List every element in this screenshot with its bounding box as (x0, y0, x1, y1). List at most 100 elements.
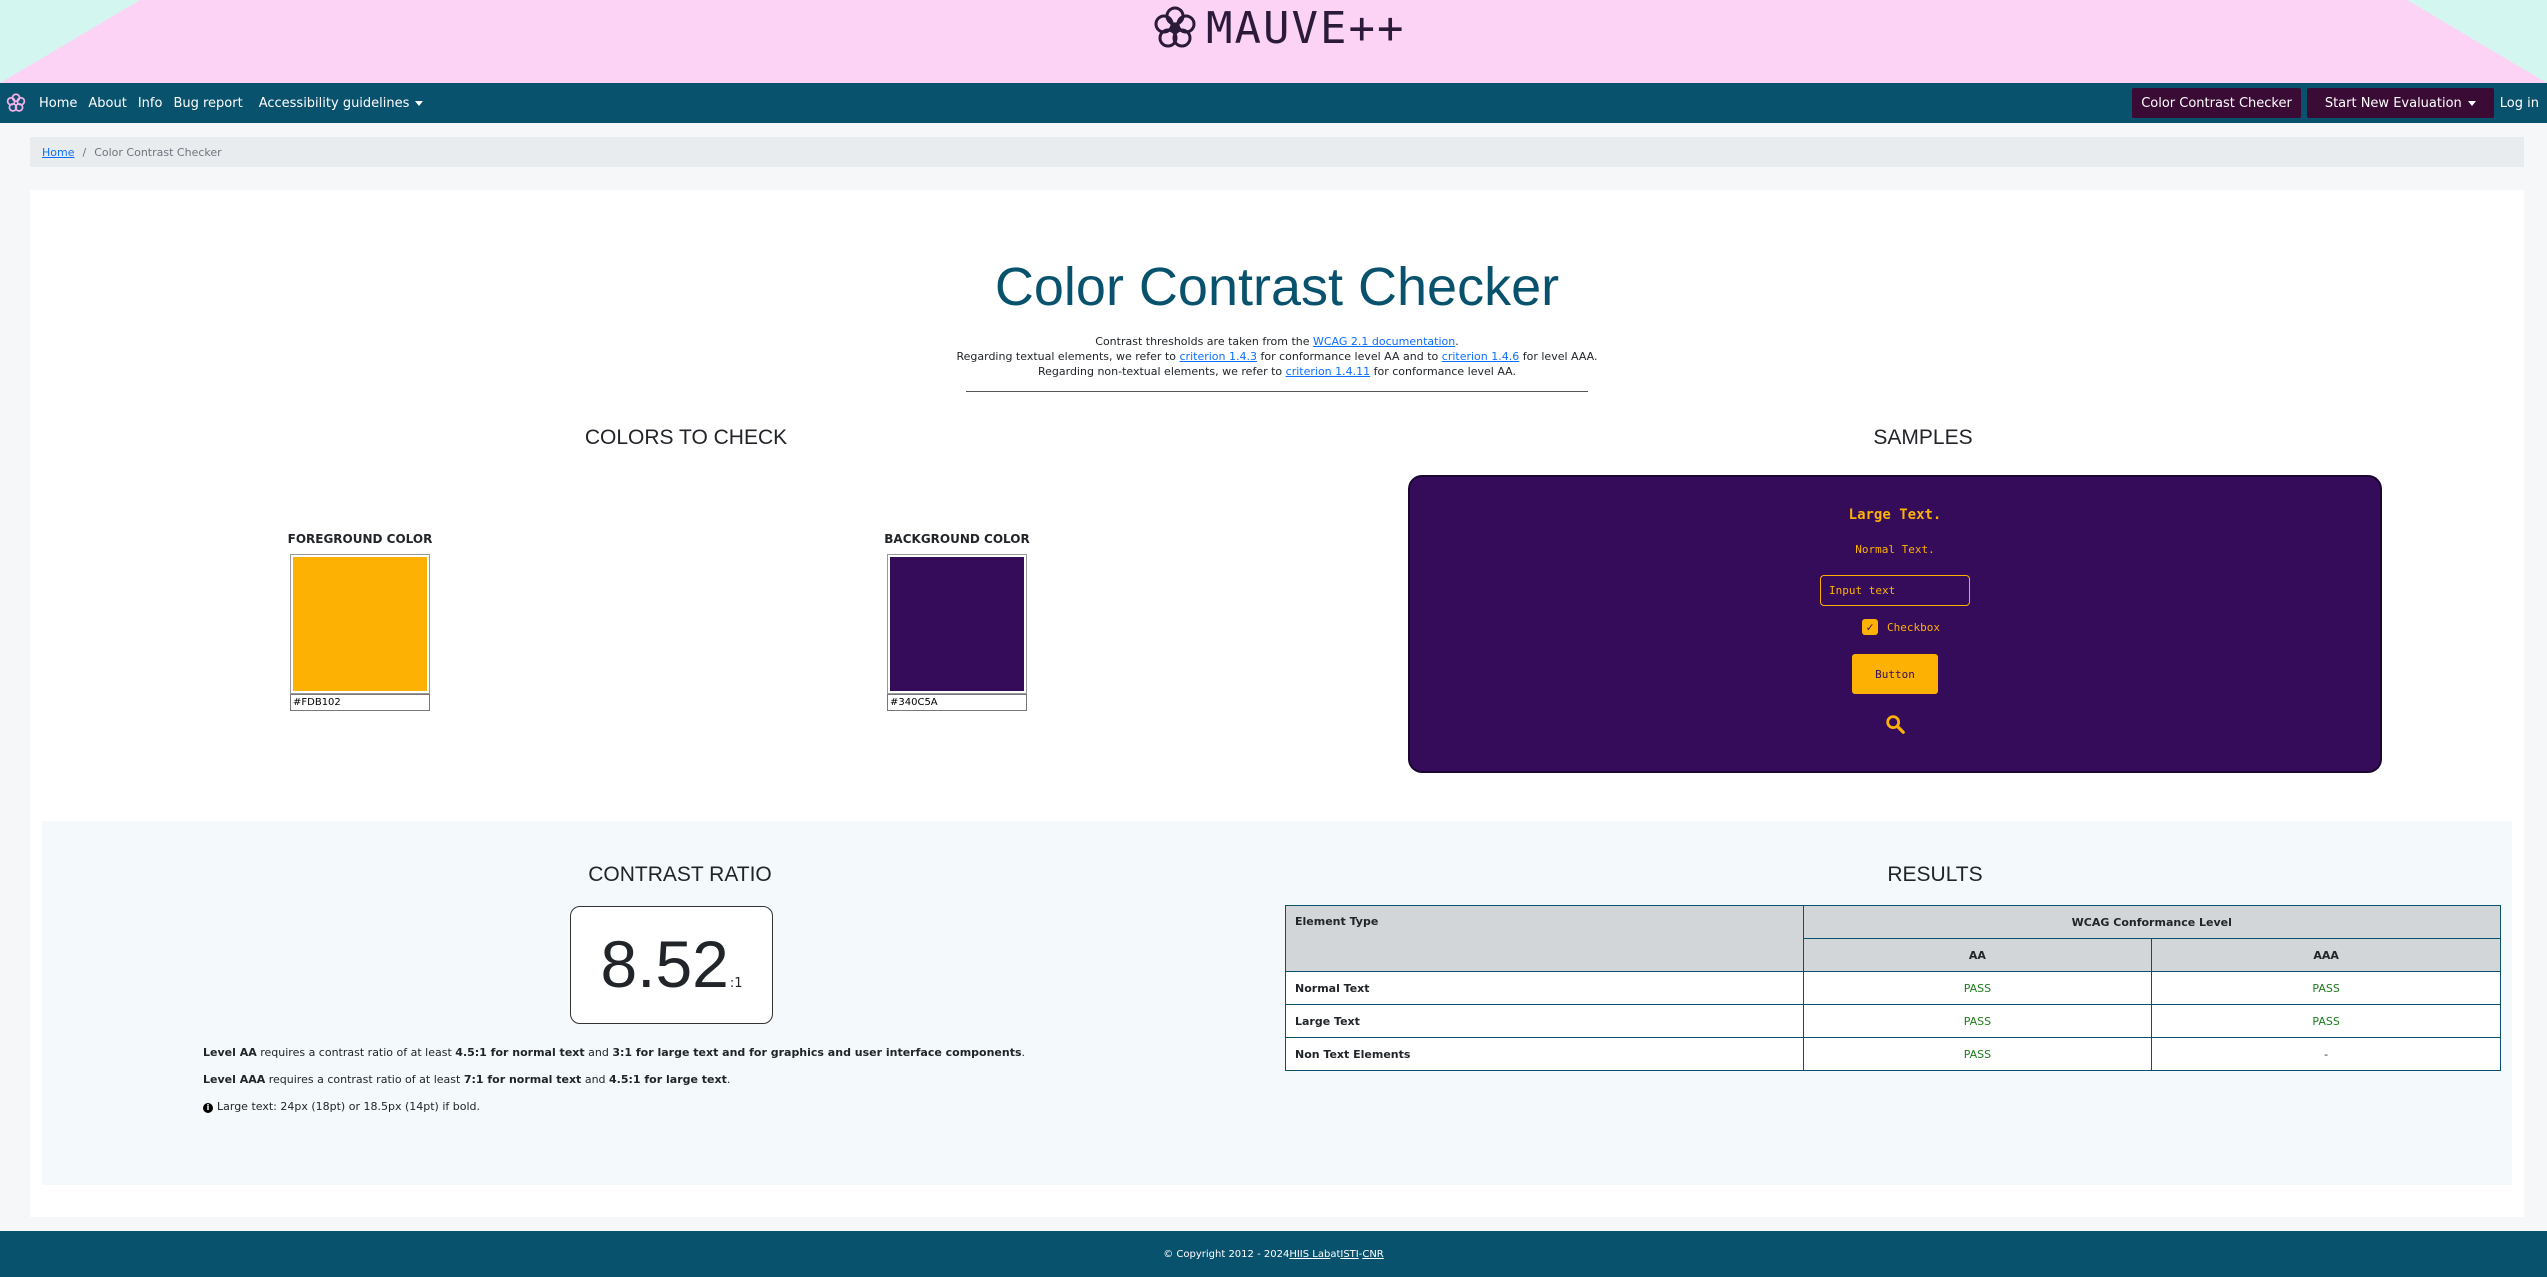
intro-line3-end: for conformance level AA. (1370, 365, 1516, 378)
results-header-row: Element Type WCAG Conformance Level (1285, 905, 2502, 972)
contrast-ratio-value: 8.52 (600, 927, 729, 1001)
top-banner: MAUVE++ (0, 0, 2547, 83)
info-icon: i (203, 1103, 213, 1113)
sample-normal-text: Normal Text. (1855, 543, 1935, 556)
level-aa-and: and (584, 1046, 613, 1059)
contrast-ratio-box: 8.52:1 (570, 906, 773, 1024)
nav-bug-report[interactable]: Bug report (173, 96, 242, 111)
background-hex-input[interactable]: #340C5A (887, 694, 1027, 711)
brand-logo[interactable]: MAUVE++ (1150, 0, 1405, 56)
sample-button[interactable]: Button (1852, 654, 1938, 694)
background-color-picker[interactable] (887, 554, 1027, 694)
breadcrumb-current: Color Contrast Checker (94, 145, 222, 159)
search-icon[interactable] (1884, 713, 1906, 735)
row-type: Large Text (1285, 1004, 1804, 1038)
hiis-lab-link[interactable]: HIIS Lab (1289, 1249, 1330, 1260)
row-type: Normal Text (1285, 971, 1804, 1005)
table-row: Non Text Elements PASS - (1285, 1037, 2501, 1071)
foreground-color-swatch (293, 557, 427, 691)
large-text-note: i Large text: 24px (18pt) or 18.5px (14pt… (203, 1100, 480, 1113)
brand-name: MAUVE++ (1206, 2, 1406, 54)
level-aaa-normal: 7:1 for normal text (463, 1073, 582, 1086)
results-band: CONTRAST RATIO 8.52:1 Level AA requires … (42, 821, 2512, 1185)
intro-line1-end: . (1455, 335, 1459, 348)
criterion-143-link[interactable]: criterion 1.4.3 (1180, 350, 1257, 363)
hibiscus-nav-icon[interactable] (5, 92, 27, 114)
intro-divider (966, 391, 1588, 392)
isti-link[interactable]: ISTI (1340, 1249, 1358, 1260)
th-wcag-level: WCAG Conformance Level (1802, 905, 2502, 939)
results-table: Element Type WCAG Conformance Level AA A… (1285, 905, 2502, 1071)
sample-large-text: Large Text. (1848, 507, 1942, 523)
table-row: Large Text PASS PASS (1285, 1004, 2501, 1038)
level-aa-label: Level AA (203, 1046, 257, 1059)
banner-decoration-left (0, 0, 140, 83)
color-contrast-checker-button[interactable]: Color Contrast Checker (2132, 88, 2301, 118)
intro-line1-text: Contrast thresholds are taken from the (1095, 335, 1313, 348)
th-aa: AA (1802, 938, 2153, 972)
level-aaa-end: . (726, 1073, 731, 1086)
level-aaa-text: requires a contrast ratio of at least (265, 1073, 464, 1086)
nav-right-group: Color Contrast Checker Start New Evaluat… (2132, 87, 2547, 119)
level-aa-large: 3:1 for large text and for graphics and … (612, 1046, 1022, 1059)
level-aa-text: requires a contrast ratio of at least (256, 1046, 456, 1059)
background-color-label: BACKGROUND COLOR (884, 532, 1030, 546)
background-color-swatch (890, 557, 1024, 691)
row-type: Non Text Elements (1285, 1037, 1804, 1071)
start-new-evaluation-dropdown[interactable]: Start New Evaluation (2306, 88, 2494, 118)
criterion-1411-link[interactable]: criterion 1.4.11 (1286, 365, 1370, 378)
foreground-color-label: FOREGROUND COLOR (287, 532, 433, 546)
foreground-color-picker[interactable] (290, 554, 430, 694)
row-aa-result: PASS (1802, 1037, 2153, 1071)
results-heading: RESULTS (1887, 863, 1983, 886)
th-aaa: AAA (2151, 938, 2501, 972)
nav-info[interactable]: Info (138, 96, 163, 111)
criterion-146-link[interactable]: criterion 1.4.6 (1442, 350, 1519, 363)
intro-line2-mid: for conformance level AA and to (1256, 350, 1442, 363)
intro-line2-end: for level AAA. (1519, 350, 1598, 363)
level-aa-requirement: Level AA requires a contrast ratio of at… (203, 1046, 1025, 1059)
colors-to-check-heading: COLORS TO CHECK (584, 426, 788, 449)
th-element-type: Element Type (1285, 905, 1804, 972)
nav-about[interactable]: About (88, 96, 126, 111)
table-row: Normal Text PASS PASS (1285, 971, 2501, 1005)
footer-copyright: © Copyright 2012 - 2024 (1163, 1248, 1290, 1260)
breadcrumb: Home / Color Contrast Checker (30, 137, 2524, 167)
level-aaa-label: Level AAA (203, 1073, 266, 1086)
level-aa-normal: 4.5:1 for normal text (455, 1046, 585, 1059)
intro-line3-text: Regarding non-textual elements, we refer… (1037, 365, 1286, 378)
footer-at: at (1330, 1248, 1341, 1260)
contrast-ratio-unit: :1 (729, 976, 743, 991)
row-aa-result: PASS (1802, 971, 2153, 1005)
row-aa-result: PASS (1802, 1004, 2153, 1038)
intro-text: Contrast thresholds are taken from the W… (30, 334, 2524, 379)
contrast-ratio-heading: CONTRAST RATIO (588, 863, 772, 886)
row-aaa-result: - (2151, 1037, 2501, 1071)
large-text-note-text: Large text: 24px (18pt) or 18.5px (14pt)… (217, 1100, 480, 1113)
row-aaa-result: PASS (2151, 971, 2501, 1005)
cnr-link[interactable]: CNR (1362, 1249, 1383, 1260)
breadcrumb-home-link[interactable]: Home (42, 146, 74, 159)
level-aaa-large: 4.5:1 for large text (609, 1073, 727, 1086)
nav-home[interactable]: Home (39, 96, 77, 111)
intro-line2-text: Regarding textual elements, we refer to (956, 350, 1180, 363)
sample-text-input[interactable]: Input text (1820, 575, 1970, 606)
samples-preview-box: Large Text. Normal Text. Input text ✓ Ch… (1408, 475, 2382, 773)
login-link[interactable]: Log in (2500, 96, 2539, 111)
foreground-hex-input[interactable]: #FDB102 (290, 694, 430, 711)
hibiscus-icon (1154, 6, 1196, 48)
sample-checkbox[interactable]: ✓ (1862, 619, 1878, 635)
footer: © Copyright 2012 - 2024 HIIS Lab at ISTI… (0, 1231, 2547, 1277)
nav-accessibility-guidelines-dropdown[interactable]: Accessibility guidelines (259, 96, 424, 111)
main-navbar: Home About Info Bug report Accessibility… (0, 83, 2547, 123)
banner-decoration-right (2407, 0, 2547, 83)
row-aaa-result: PASS (2151, 1004, 2501, 1038)
level-aaa-and: and (581, 1073, 610, 1086)
samples-heading: SAMPLES (1873, 426, 1973, 449)
level-aaa-requirement: Level AAA requires a contrast ratio of a… (203, 1073, 730, 1086)
sample-checkbox-group[interactable]: ✓ Checkbox (1862, 619, 1940, 635)
wcag-documentation-link[interactable]: WCAG 2.1 documentation (1313, 335, 1455, 348)
sample-checkbox-label: Checkbox (1887, 620, 1940, 634)
page-title: Color Contrast Checker (994, 257, 1560, 317)
main-card: Color Contrast Checker Contrast threshol… (30, 190, 2524, 1217)
